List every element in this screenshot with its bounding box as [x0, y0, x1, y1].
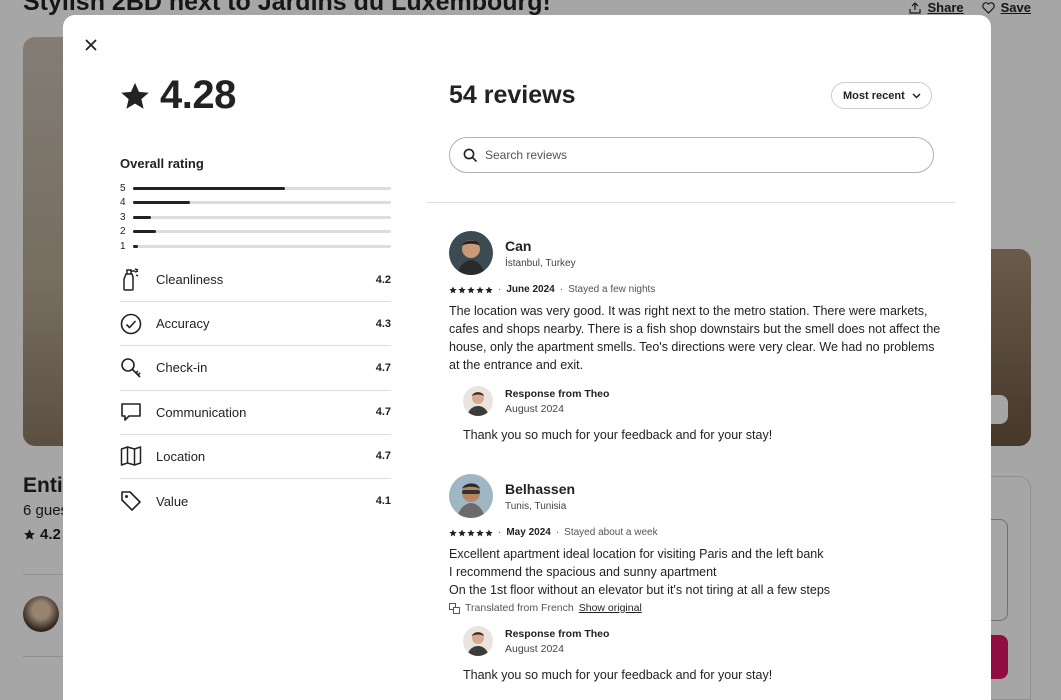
category-cleanliness: Cleanliness 4.2 [120, 258, 391, 303]
response-from: Response from Theo [505, 387, 610, 400]
review-stay-length: Stayed a few nights [568, 284, 656, 295]
review-item: Belhassen Tunis, Tunisia · May 2024 · St… [449, 474, 944, 682]
reviewer-avatar[interactable] [449, 231, 493, 275]
search-input[interactable] [485, 148, 885, 162]
category-ratings: Cleanliness 4.2 Accuracy 4.3 Check-in 4.7 Comm… [120, 258, 391, 523]
category-name: Cleanliness [156, 272, 224, 288]
rating-bar-label: 4 [120, 197, 126, 209]
category-value: 4.2 [375, 273, 391, 286]
reviewer-location: İstanbul, Turkey [505, 257, 576, 269]
category-name: Accuracy [156, 316, 210, 332]
response-date: August 2024 [505, 642, 564, 655]
rating-distribution: 5 4 3 2 1 [120, 181, 391, 254]
chat-bubble-icon [120, 401, 156, 423]
star-icon [121, 82, 149, 109]
category-value: 4.7 [375, 361, 391, 374]
search-reviews-field[interactable] [449, 137, 934, 173]
review-text-line: I recommend the spacious and sunny apart… [449, 565, 717, 579]
rating-bar-track [133, 201, 391, 205]
review-meta: · June 2024 · Stayed a few nights [449, 284, 944, 295]
rating-bar-row: 3 [120, 210, 391, 225]
five-stars-icon [449, 529, 493, 537]
review-text: Excellent apartment ideal location for v… [449, 545, 944, 599]
five-stars-icon [449, 286, 493, 294]
rating-bar-label: 2 [120, 226, 126, 238]
chevron-down-icon [912, 92, 921, 99]
category-accuracy: Accuracy 4.3 [120, 302, 391, 347]
review-date: May 2024 [506, 527, 551, 538]
reviewer-avatar[interactable] [449, 474, 493, 518]
response-from: Response from Theo [505, 627, 610, 640]
rating-bar-fill [133, 215, 152, 219]
category-name: Communication [156, 404, 247, 420]
rating-bar-row: 4 [120, 196, 391, 211]
overall-rating-label: Overall rating [120, 156, 204, 171]
overall-score: 4.28 [120, 73, 236, 118]
rating-bar-row: 5 [120, 181, 391, 196]
rating-bar-fill [133, 230, 157, 234]
reviews-count: 54 reviews [449, 81, 576, 109]
reviews-modal: 4.28 Overall rating 5 4 3 2 1 Cleanliness 4.2… [63, 15, 991, 700]
reviewer-location: Tunis, Tunisia [505, 500, 567, 512]
response-date: August 2024 [505, 402, 564, 415]
close-icon [85, 39, 97, 51]
category-name: Value [156, 493, 189, 509]
translated-label: Translated from French [465, 602, 574, 614]
category-value: 4.7 [375, 406, 391, 419]
rating-bar-track [133, 244, 391, 248]
category-check-in: Check-in 4.7 [120, 346, 391, 391]
category-location: Location 4.7 [120, 435, 391, 479]
search-icon [463, 148, 477, 162]
rating-bar-row: 1 [120, 239, 391, 254]
rating-bar-track [133, 186, 391, 190]
rating-bar-label: 3 [120, 211, 126, 223]
review-meta: · May 2024 · Stayed about a week [449, 527, 944, 538]
reviewer-name: Can [505, 237, 532, 254]
category-value: 4.1 [375, 495, 391, 508]
rating-bar-fill [133, 244, 139, 248]
response-text: Thank you so much for your feedback and … [463, 428, 773, 442]
sort-dropdown[interactable]: Most recent [831, 82, 932, 109]
key-icon [120, 357, 156, 379]
check-circle-icon [120, 313, 156, 335]
category-value: 4.7 [375, 450, 391, 463]
reviewer-info: Belhassen Tunis, Tunisia [449, 474, 944, 518]
rating-bar-label: 5 [120, 182, 126, 194]
category-name: Check-in [156, 360, 208, 376]
rating-bar-fill [133, 201, 190, 205]
tag-icon [120, 490, 156, 512]
translation-note: Translated from French Show original [449, 602, 944, 614]
rating-bar-fill [133, 186, 286, 190]
sort-label: Most recent [843, 89, 905, 102]
host-response: Response from Theo August 2024 Thank you… [463, 386, 944, 442]
review-text: The location was very good. It was right… [449, 304, 941, 372]
review-date: June 2024 [506, 284, 555, 295]
category-name: Location [156, 448, 206, 464]
rating-bar-track [133, 215, 391, 219]
category-value: Value 4.1 [120, 479, 391, 523]
host-response: Response from Theo August 2024 Thank you… [463, 626, 944, 682]
overall-score-value: 4.28 [160, 73, 236, 117]
rating-bar-track [133, 230, 391, 234]
host-avatar[interactable] [463, 626, 493, 656]
review-stay-length: Stayed about a week [564, 527, 658, 538]
map-icon [120, 445, 156, 467]
translate-icon [449, 602, 460, 614]
rating-bar-label: 1 [120, 240, 126, 252]
category-communication: Communication 4.7 [120, 391, 391, 435]
rating-bar-row: 2 [120, 225, 391, 240]
review-item: Can İstanbul, Turkey · June 2024 · Staye… [449, 231, 944, 442]
reviewer-name: Belhassen [505, 480, 576, 497]
review-text-line: On the 1st floor without an elevator but… [449, 583, 831, 597]
close-button[interactable] [79, 33, 103, 57]
category-value: 4.3 [375, 317, 391, 330]
spray-bottle-icon [120, 267, 156, 292]
divider [427, 202, 955, 203]
response-text: Thank you so much for your feedback and … [463, 668, 773, 682]
show-original-link[interactable]: Show original [579, 602, 642, 614]
host-avatar[interactable] [463, 386, 493, 416]
review-text-line: Excellent apartment ideal location for v… [449, 547, 824, 561]
reviewer-info: Can İstanbul, Turkey [449, 231, 944, 275]
